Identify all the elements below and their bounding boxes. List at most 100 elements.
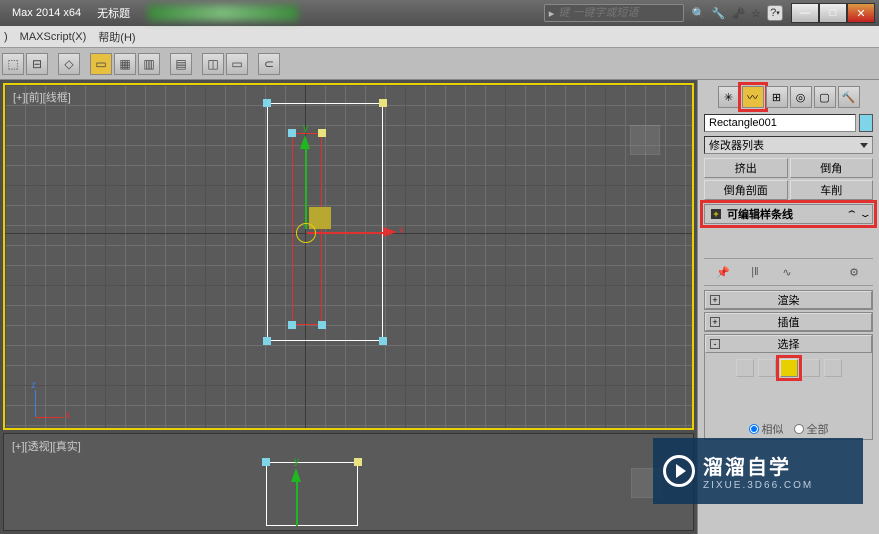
tool-schematic-icon[interactable]: ◫ bbox=[202, 53, 224, 75]
stack-collapse-icon[interactable]: ⌃⌄ bbox=[845, 209, 872, 220]
chevron-down-icon bbox=[860, 143, 868, 148]
vert-bl[interactable] bbox=[288, 321, 296, 329]
p-handle-tl[interactable] bbox=[262, 458, 270, 466]
menu-maxscript[interactable]: MAXScript(X) bbox=[20, 31, 87, 43]
play-icon bbox=[663, 455, 695, 487]
tool-crossing-icon[interactable]: ▥ bbox=[138, 53, 160, 75]
tool-rect-icon[interactable]: ▭ bbox=[226, 53, 248, 75]
binoculars-icon[interactable]: 🔍 bbox=[692, 7, 706, 20]
gizmo-x-axis[interactable] bbox=[307, 232, 385, 234]
stack-expand-icon[interactable]: + bbox=[711, 209, 721, 219]
tab-display-icon[interactable]: ▢ bbox=[814, 86, 836, 108]
subobj-4-icon[interactable] bbox=[802, 359, 820, 377]
gizmo-y-arrow-icon[interactable] bbox=[300, 135, 310, 149]
maximize-button[interactable]: □ bbox=[819, 3, 847, 23]
show-result-icon[interactable]: |‖ bbox=[746, 263, 764, 281]
rollout-select: - 选择 相似 全部 bbox=[704, 334, 873, 440]
extrude-button[interactable]: 挤出 bbox=[704, 158, 788, 178]
key-icon[interactable]: 🗝 bbox=[731, 7, 745, 20]
p-label-y: y bbox=[294, 456, 299, 467]
vert-tr[interactable] bbox=[318, 129, 326, 137]
tool-select-icon[interactable]: ▭ bbox=[90, 53, 112, 75]
main-toolbar: ⬚ ⊟ ◇ ▭ ▦ ▥ ▤ ◫ ▭ ⊂ bbox=[0, 48, 879, 80]
sel-handle-bl[interactable] bbox=[263, 337, 271, 345]
title-icons: 🔍 🔧 🗝 ☆ ?▾ bbox=[692, 5, 783, 21]
rollout-select-header[interactable]: - 选择 bbox=[705, 335, 872, 353]
p-gizmo-y[interactable] bbox=[296, 478, 298, 526]
search-input[interactable] bbox=[558, 7, 658, 19]
close-button[interactable]: ✕ bbox=[847, 3, 875, 23]
gizmo-y-axis[interactable] bbox=[305, 145, 307, 229]
tool-link-icon[interactable]: ⬚ bbox=[2, 53, 24, 75]
doc-title: 无标题 bbox=[89, 5, 138, 21]
make-unique-icon[interactable]: ∿ bbox=[778, 263, 796, 281]
tab-create-icon[interactable]: ✳ bbox=[718, 86, 740, 108]
p-gizmo-y-arrow-icon[interactable] bbox=[291, 468, 301, 482]
tab-modify-icon[interactable]: 〰 bbox=[742, 86, 764, 108]
config-stack-icon[interactable]: ⚙ bbox=[845, 263, 863, 281]
tool-unlink-icon[interactable]: ⊟ bbox=[26, 53, 48, 75]
chamfer-profile-button[interactable]: 倒角剖面 bbox=[704, 180, 788, 200]
subobj-spline-icon[interactable] bbox=[780, 359, 798, 377]
search-box[interactable]: ▸ bbox=[544, 4, 684, 22]
tool-layer-icon[interactable]: ▤ bbox=[170, 53, 192, 75]
gizmo-x-arrow-icon[interactable] bbox=[383, 227, 397, 237]
subobj-5-icon[interactable] bbox=[824, 359, 842, 377]
minimize-button[interactable]: — bbox=[791, 3, 819, 23]
subobj-segment-icon[interactable] bbox=[758, 359, 776, 377]
sel-handle-br[interactable] bbox=[379, 337, 387, 345]
sel-handle-tl[interactable] bbox=[263, 99, 271, 107]
vert-tl[interactable] bbox=[288, 129, 296, 137]
selection-bounds-p bbox=[266, 462, 358, 526]
stack-item-label: 可编辑样条线 bbox=[727, 206, 793, 222]
stack-editable-spline[interactable]: + 可编辑样条线 ⌃⌄ bbox=[704, 204, 873, 224]
object-name-input[interactable] bbox=[704, 114, 856, 132]
tool-window-icon[interactable]: ▦ bbox=[114, 53, 136, 75]
wrench-icon[interactable]: 🔧 bbox=[711, 7, 725, 20]
rollout-interp-label: 插值 bbox=[778, 314, 800, 330]
watermark-title: 溜溜自学 bbox=[703, 451, 813, 480]
tab-hierarchy-icon[interactable]: ⊞ bbox=[766, 86, 788, 108]
pin-stack-icon[interactable]: 📌 bbox=[714, 263, 732, 281]
viewport-front[interactable]: [+][前][线框] y x z x bbox=[3, 83, 694, 430]
gizmo-label-y: y bbox=[303, 123, 308, 134]
gizmo-center[interactable] bbox=[296, 223, 316, 243]
lathe-button[interactable]: 车削 bbox=[790, 180, 874, 200]
chamfer-button[interactable]: 倒角 bbox=[790, 158, 874, 178]
tab-motion-icon[interactable]: ◎ bbox=[790, 86, 812, 108]
rollout-render-label: 渲染 bbox=[778, 292, 800, 308]
rollout-interp-header[interactable]: + 插值 bbox=[705, 313, 872, 331]
viewcube[interactable] bbox=[630, 125, 662, 157]
viewport-label-front[interactable]: [+][前][线框] bbox=[13, 89, 71, 105]
sel-handle-tr[interactable] bbox=[379, 99, 387, 107]
modifier-list-dropdown[interactable]: 修改器列表 bbox=[704, 136, 873, 154]
title-blur bbox=[148, 5, 298, 21]
app-title: Max 2014 x64 bbox=[4, 7, 89, 19]
menu-dropdown-icon[interactable]: ) bbox=[4, 31, 8, 43]
vert-br[interactable] bbox=[318, 321, 326, 329]
rollout-interp: + 插值 bbox=[704, 312, 873, 332]
watermark-url: ZIXUE.3D66.COM bbox=[703, 480, 813, 491]
viewport-label-persp[interactable]: [+][透视][真实] bbox=[12, 438, 81, 454]
search-arrow-icon: ▸ bbox=[545, 7, 559, 20]
star-icon[interactable]: ☆ bbox=[751, 7, 761, 20]
gizmo-label-x: x bbox=[399, 225, 404, 236]
subobj-vertex-icon[interactable] bbox=[736, 359, 754, 377]
viewport-perspective[interactable]: [+][透视][真实] y bbox=[3, 433, 694, 531]
radio-similar[interactable]: 相似 bbox=[749, 421, 784, 437]
p-handle-tr[interactable] bbox=[354, 458, 362, 466]
rollout-render: + 渲染 bbox=[704, 290, 873, 310]
menu-help[interactable]: 帮助(H) bbox=[98, 29, 135, 45]
plus-icon: + bbox=[710, 317, 720, 327]
tool-bind-icon[interactable]: ◇ bbox=[58, 53, 80, 75]
minus-icon: - bbox=[710, 339, 720, 349]
tab-utilities-icon[interactable]: 🔨 bbox=[838, 86, 860, 108]
tool-curve-icon[interactable]: ⊂ bbox=[258, 53, 280, 75]
object-color-swatch[interactable] bbox=[859, 114, 873, 132]
plus-icon: + bbox=[710, 295, 720, 305]
watermark: 溜溜自学 ZIXUE.3D66.COM bbox=[653, 438, 863, 504]
help-button[interactable]: ?▾ bbox=[767, 5, 783, 21]
rollout-render-header[interactable]: + 渲染 bbox=[705, 291, 872, 309]
rollout-select-label: 选择 bbox=[778, 336, 800, 352]
radio-all[interactable]: 全部 bbox=[794, 421, 829, 437]
